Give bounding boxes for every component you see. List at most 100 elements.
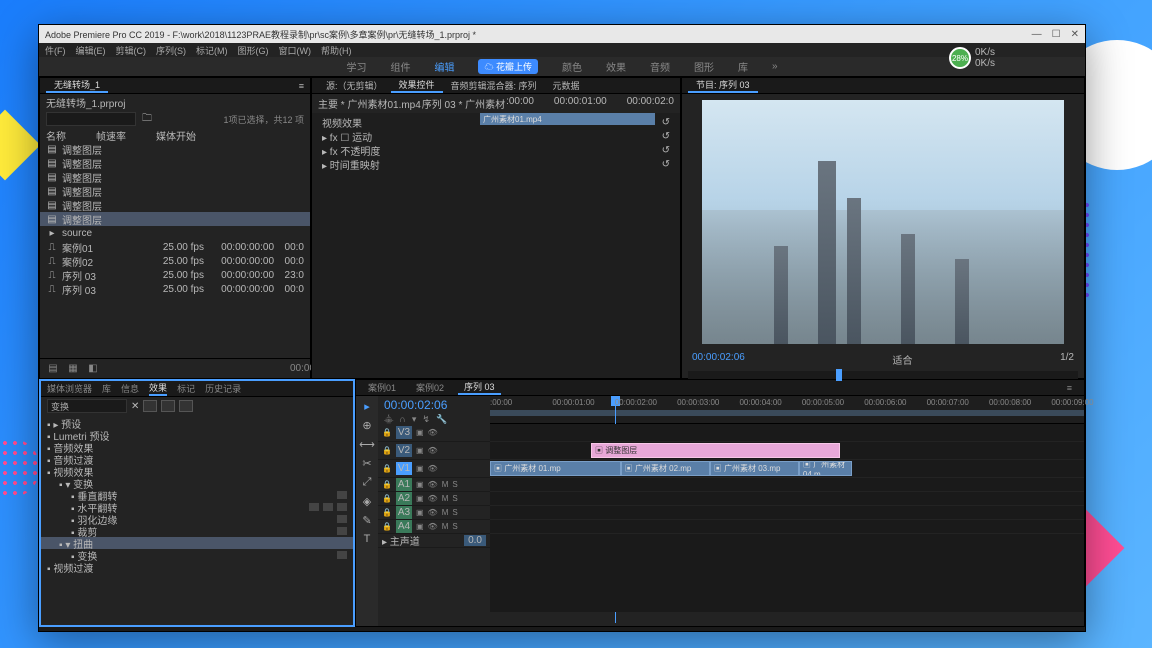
tool-button[interactable]: ⤢ bbox=[363, 476, 372, 489]
program-tab[interactable]: 节目: 序列 03 bbox=[688, 78, 758, 93]
source-tab[interactable]: 源:（无剪辑） bbox=[318, 79, 391, 92]
menu-item[interactable]: 剪辑(C) bbox=[116, 44, 147, 57]
sequence-tab[interactable]: 案例02 bbox=[410, 381, 450, 394]
column-header[interactable]: 媒体开始 bbox=[156, 128, 196, 143]
menu-item[interactable]: 件(F) bbox=[45, 44, 66, 57]
eye-icon[interactable]: 👁 bbox=[428, 494, 438, 503]
panel-menu-icon[interactable]: ≡ bbox=[1061, 383, 1078, 393]
toggle-icon[interactable]: ▣ bbox=[416, 464, 424, 473]
project-item[interactable]: ▤调整图层 bbox=[40, 198, 310, 212]
lower-tab[interactable]: 信息 bbox=[121, 382, 139, 395]
workspace-tab[interactable]: 库 bbox=[738, 59, 748, 74]
tool-button[interactable]: ▸ bbox=[364, 400, 370, 413]
preset-box-icon[interactable] bbox=[143, 400, 157, 412]
preset-box-icon[interactable] bbox=[179, 400, 193, 412]
project-item[interactable]: ⎍案例0225.00 fps00:00:00:0000:0 bbox=[40, 254, 310, 268]
reset-icon[interactable]: ↺ bbox=[662, 145, 670, 156]
project-item[interactable]: ▤调整图层 bbox=[40, 184, 310, 198]
timeline-clip[interactable]: ▣ 调整图层 bbox=[591, 443, 840, 458]
eye-icon[interactable]: 👁 bbox=[428, 464, 438, 473]
overflow-icon[interactable]: » bbox=[772, 61, 778, 72]
toggle-icon[interactable]: ▣ bbox=[416, 494, 424, 503]
project-search-input[interactable] bbox=[46, 112, 136, 126]
lock-icon[interactable]: 🔒 bbox=[382, 522, 392, 531]
track-lane[interactable] bbox=[490, 424, 1084, 442]
track-header[interactable]: 🔒V2▣👁 bbox=[378, 442, 490, 460]
timeline-clip[interactable]: ▣ 广州素材 01.mp bbox=[490, 461, 621, 476]
eye-icon[interactable]: 👁 bbox=[428, 446, 438, 455]
workspace-tab[interactable]: 组件 bbox=[390, 59, 410, 74]
track-lane[interactable] bbox=[490, 520, 1084, 534]
project-item[interactable]: ⎍序列 0325.00 fps00:00:00:0023:0 bbox=[40, 268, 310, 282]
freeform-icon[interactable]: ◧ bbox=[86, 363, 100, 374]
workspace-tab[interactable]: 效果 bbox=[606, 59, 626, 74]
minimize-button[interactable]: — bbox=[1032, 29, 1042, 40]
source-tab[interactable]: 效果控件 bbox=[391, 78, 443, 93]
project-tab[interactable]: 无缝转场_1 bbox=[46, 78, 108, 93]
track-header[interactable]: 🔒A1▣👁MS bbox=[378, 478, 490, 492]
toggle-icon[interactable]: ▣ bbox=[416, 480, 424, 489]
list-view-icon[interactable]: ▤ bbox=[46, 363, 60, 374]
bin-icon[interactable]: 🗀 bbox=[142, 111, 152, 128]
menu-item[interactable]: 窗口(W) bbox=[279, 44, 312, 57]
menu-item[interactable]: 帮助(H) bbox=[321, 44, 352, 57]
clear-search-icon[interactable]: ✕ bbox=[131, 401, 139, 412]
workspace-tab[interactable]: 编辑 bbox=[434, 59, 454, 74]
lower-tab[interactable]: 媒体浏览器 bbox=[47, 382, 92, 395]
project-item[interactable]: ▤调整图层 bbox=[40, 156, 310, 170]
project-item[interactable]: ▸source bbox=[40, 226, 310, 240]
effect-clip-bar[interactable]: 广州素材01.mp4 bbox=[480, 113, 655, 125]
timeline-ruler[interactable]: :00:0000:00:01:0000:00:02:0000:00:03:000… bbox=[490, 396, 1084, 424]
track-header[interactable]: 🔒A3▣👁MS bbox=[378, 506, 490, 520]
lock-icon[interactable]: 🔒 bbox=[382, 494, 392, 503]
timeline-clip[interactable]: ▣ 广州素材 03.mp bbox=[710, 461, 799, 476]
lock-icon[interactable]: 🔒 bbox=[382, 464, 392, 473]
effect-row[interactable]: ▸ 时间重映射↺ bbox=[322, 157, 670, 171]
track-lane[interactable] bbox=[490, 478, 1084, 492]
lock-icon[interactable]: 🔒 bbox=[382, 446, 392, 455]
track-header[interactable]: 🔒V1▣👁 bbox=[378, 460, 490, 478]
icon-view-icon[interactable]: ▦ bbox=[66, 363, 80, 374]
maximize-button[interactable]: ☐ bbox=[1052, 29, 1061, 40]
cloud-upload[interactable]: ☁ 花瓣上传 bbox=[478, 59, 538, 74]
timeline-clip[interactable]: ▣ 广州素材 04.m bbox=[799, 461, 852, 476]
effects-search-input[interactable] bbox=[47, 399, 127, 413]
tool-button[interactable]: T bbox=[364, 533, 371, 545]
track-lane[interactable] bbox=[490, 506, 1084, 520]
column-header[interactable]: 帧速率 bbox=[96, 128, 126, 143]
workspace-tab[interactable]: 颜色 bbox=[562, 59, 582, 74]
panel-menu-icon[interactable]: ≡ bbox=[299, 81, 304, 91]
toggle-icon[interactable]: ▣ bbox=[416, 428, 424, 437]
lower-tab[interactable]: 效果 bbox=[149, 381, 167, 396]
timeline-timecode[interactable]: 00:00:02:06 bbox=[384, 398, 484, 412]
project-item[interactable]: ▤调整图层 bbox=[40, 142, 310, 156]
project-item[interactable]: ▤调整图层 bbox=[40, 170, 310, 184]
track-header[interactable]: 🔒A2▣👁MS bbox=[378, 492, 490, 506]
program-timecode[interactable]: 00:00:02:06 bbox=[692, 352, 745, 367]
effect-row[interactable]: ▸ fx 不透明度↺ bbox=[322, 143, 670, 157]
tool-button[interactable]: ◈ bbox=[363, 495, 371, 508]
workspace-tab[interactable]: 音频 bbox=[650, 59, 670, 74]
menu-item[interactable]: 标记(M) bbox=[196, 44, 228, 57]
menu-item[interactable]: 编辑(E) bbox=[76, 44, 106, 57]
close-button[interactable]: ✕ bbox=[1071, 29, 1079, 40]
toggle-icon[interactable]: ▣ bbox=[416, 446, 424, 455]
timeline-clip[interactable]: ▣ 广州素材 02.mp bbox=[621, 461, 710, 476]
reset-icon[interactable]: ↺ bbox=[662, 117, 670, 128]
track-lane[interactable] bbox=[490, 492, 1084, 506]
tool-button[interactable]: ⊕ bbox=[362, 419, 371, 432]
lock-icon[interactable]: 🔒 bbox=[382, 480, 392, 489]
track-lane[interactable]: ▣ 调整图层 bbox=[490, 442, 1084, 460]
track-header[interactable]: 🔒A4▣👁MS bbox=[378, 520, 490, 534]
eye-icon[interactable]: 👁 bbox=[428, 522, 438, 531]
sequence-tab[interactable]: 案例01 bbox=[362, 381, 402, 394]
preset-box-icon[interactable] bbox=[161, 400, 175, 412]
sequence-tab[interactable]: 序列 03 bbox=[458, 380, 501, 395]
lower-tab[interactable]: 标记 bbox=[177, 382, 195, 395]
source-tab[interactable]: 音频剪辑混合器: 序列 bbox=[443, 79, 545, 92]
lock-icon[interactable]: 🔒 bbox=[382, 428, 392, 437]
reset-icon[interactable]: ↺ bbox=[662, 159, 670, 170]
eye-icon[interactable]: 👁 bbox=[428, 428, 438, 437]
program-monitor[interactable] bbox=[702, 100, 1064, 344]
effect-tree-item[interactable]: ▪ 视频过渡 bbox=[41, 561, 353, 573]
